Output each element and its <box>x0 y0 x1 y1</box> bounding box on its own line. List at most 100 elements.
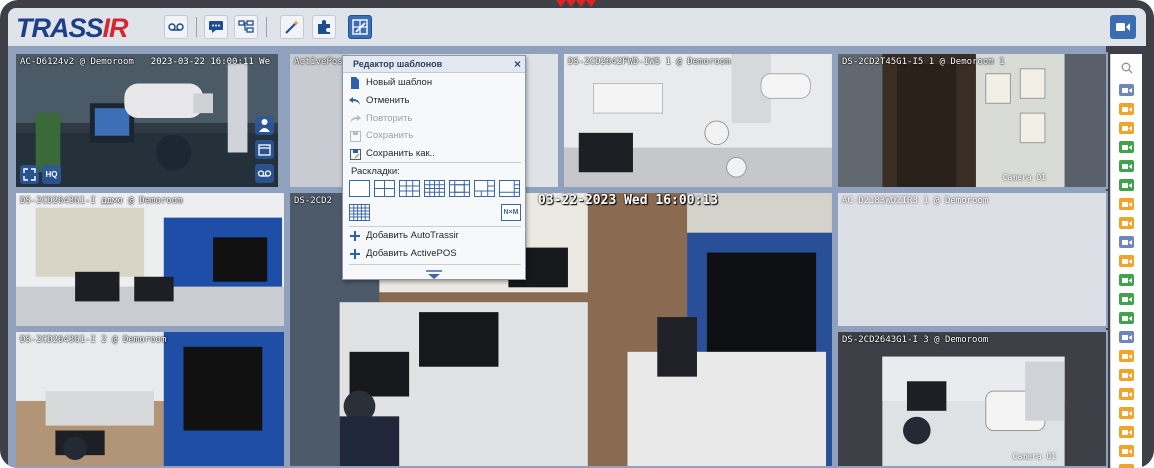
camera-label: DS-2CD2643G1-I ддмо @ Demoroom <box>20 196 183 206</box>
ptz-button[interactable] <box>255 116 274 135</box>
layout-1plus5-icon <box>475 181 494 196</box>
new-template-item[interactable]: Новый шаблон <box>349 75 519 91</box>
sidebar-camera-item[interactable] <box>1119 141 1134 153</box>
camera-tile[interactable]: DS-2CD2642FWD-IWS 1 @ Demoroom <box>562 52 834 189</box>
camera-tile[interactable]: AC-D6124v2 @ Demoroom 2023-03-22 16:00:1… <box>14 52 280 189</box>
toolbar-separator <box>266 17 267 37</box>
separator <box>349 226 521 227</box>
camera-label: DS-2CD2T45G1-I5 1 @ Demoroom 1 <box>842 57 1005 67</box>
tape-icon <box>168 23 184 31</box>
sidebar-camera-item[interactable] <box>1119 426 1134 438</box>
archive-playback-button[interactable] <box>164 15 188 39</box>
add-activepos-item[interactable]: Добавить ActivePOS <box>349 246 519 262</box>
alarm-indicator <box>576 0 586 7</box>
wizard-button[interactable] <box>280 15 304 39</box>
alarm-indicator <box>566 0 576 7</box>
sidebar-camera-item[interactable] <box>1119 160 1134 172</box>
template-editor-panel: Редактор шаблонов × Новый шаблон Отменит… <box>342 55 526 280</box>
layouts-label: Раскладки: <box>351 166 400 177</box>
camera-feed-image <box>838 332 1106 466</box>
camera-osd-name: Camera 01 <box>1002 173 1046 182</box>
camera-tile[interactable]: DS-2CD2643G1-I 3 @ Demoroom Camera 01 <box>836 330 1108 468</box>
sidebar-camera-item[interactable] <box>1119 236 1134 248</box>
add-autotrassir-item[interactable]: Добавить AutoTrassir <box>349 228 519 244</box>
separator <box>349 264 521 265</box>
sidebar-camera-item[interactable] <box>1119 331 1134 343</box>
layout-1plus5-button[interactable] <box>474 180 495 197</box>
magic-wand-icon <box>285 20 299 34</box>
layout-4x4-button[interactable] <box>424 180 445 197</box>
sidebar-camera-item[interactable] <box>1119 103 1134 115</box>
separator <box>349 162 521 163</box>
tree-button[interactable] <box>234 15 258 39</box>
expand-button[interactable] <box>423 267 445 279</box>
app-window: TRASSIR AC-D6124v2 @ Demoroom 2023-03-22… <box>0 0 1154 468</box>
layout-nxm-button[interactable]: N×M <box>501 204 521 221</box>
video-camera-icon <box>1121 201 1132 207</box>
archive-button[interactable] <box>255 140 274 159</box>
sidebar-camera-item[interactable] <box>1119 217 1134 229</box>
sidebar-camera-item[interactable] <box>1119 179 1134 191</box>
plugins-button[interactable] <box>312 15 336 39</box>
menu-item-label: Добавить ActivePOS <box>366 248 457 259</box>
sidebar-camera-item[interactable] <box>1119 312 1134 324</box>
save-icon <box>349 130 361 142</box>
camera-tile[interactable]: DS-2CD2643G1-I 2 @ Demoroom <box>14 330 286 468</box>
sidebar-camera-item[interactable] <box>1119 293 1134 305</box>
layout-4x4-icon <box>425 181 444 196</box>
sidebar-camera-item[interactable] <box>1119 274 1134 286</box>
sidebar-camera-item[interactable] <box>1119 445 1134 457</box>
sidebar-camera-item[interactable] <box>1119 255 1134 267</box>
layout-1x1-button[interactable] <box>349 180 370 197</box>
sidebar-camera-item[interactable] <box>1119 350 1134 362</box>
undo-item[interactable]: Отменить <box>349 93 519 109</box>
calendar-icon <box>258 144 271 156</box>
sidebar-camera-item[interactable] <box>1119 198 1134 210</box>
camera-tile[interactable]: DS-2CD2T45G1-I5 1 @ Demoroom 1 Camera 01 <box>836 52 1108 189</box>
menu-item-label: Добавить AutoTrassir <box>366 230 459 241</box>
alarm-indicator <box>586 0 596 7</box>
chat-button[interactable] <box>204 15 228 39</box>
template-editor-button[interactable] <box>348 15 372 39</box>
camera-tile[interactable]: AC-D2183WDZIR3 1 @ Demoroom <box>836 191 1108 328</box>
layout-5x5-button[interactable] <box>349 204 370 221</box>
redo-icon <box>349 113 361 125</box>
user-icon <box>259 119 270 132</box>
layout-3x3-button[interactable] <box>399 180 420 197</box>
layout-1plus7-button[interactable] <box>499 180 520 197</box>
save-as-item[interactable]: Сохранить как.. <box>349 146 519 162</box>
camera-label: DS-2CD2643G1-I 3 @ Demoroom <box>842 335 989 345</box>
new-document-icon <box>349 77 361 89</box>
layout-1plus12-button[interactable] <box>449 180 470 197</box>
sidebar-camera-item[interactable] <box>1119 369 1134 381</box>
close-button[interactable]: × <box>514 57 521 71</box>
camera-label: AC-D2183WDZIR3 1 @ Demoroom <box>842 196 989 206</box>
redo-item[interactable]: Повторить <box>349 111 519 127</box>
sidebar-camera-item[interactable] <box>1119 84 1134 96</box>
video-camera-icon <box>1121 125 1132 131</box>
video-camera-icon <box>1121 391 1132 397</box>
hq-button[interactable]: HQ <box>42 165 61 184</box>
save-item[interactable]: Сохранить <box>349 128 519 144</box>
menu-item-label: Отменить <box>366 95 410 106</box>
camera-tile[interactable]: DS-2CD2643G1-I ддмо @ Demoroom <box>14 191 286 328</box>
sidebar-camera-item[interactable] <box>1119 122 1134 134</box>
alarm-indicator <box>556 0 566 7</box>
fullscreen-icon <box>23 168 36 181</box>
sidebar-camera-item[interactable] <box>1119 407 1134 419</box>
layout-edit-icon <box>352 19 368 35</box>
camera-button[interactable] <box>1110 15 1136 39</box>
fullscreen-button[interactable] <box>20 165 39 184</box>
camera-timestamp: 2023-03-22 16:00:11 We <box>150 57 270 67</box>
video-camera-icon <box>1116 23 1130 31</box>
layout-2x2-button[interactable] <box>374 180 395 197</box>
search-button[interactable] <box>1117 60 1137 76</box>
sidebar-camera-item[interactable] <box>1119 464 1134 468</box>
camera-feed-image <box>16 332 284 466</box>
video-camera-icon <box>1121 296 1132 302</box>
sidebar-camera-item[interactable] <box>1119 388 1134 400</box>
video-camera-icon <box>1121 163 1132 169</box>
main-toolbar: TRASSIR <box>8 8 1146 46</box>
playback-button[interactable] <box>255 164 274 183</box>
menu-item-label: Сохранить <box>366 130 414 141</box>
